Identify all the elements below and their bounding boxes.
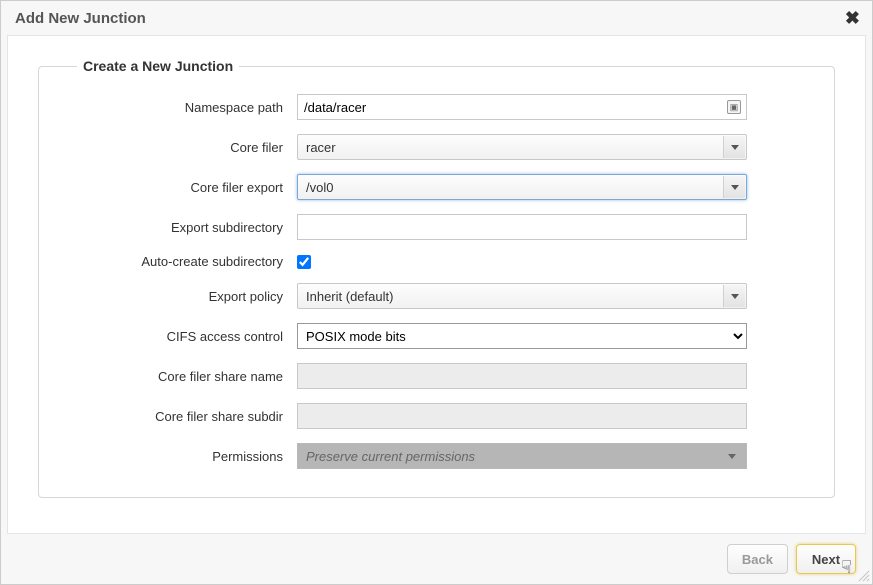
auto-create-checkbox[interactable] [297,255,311,269]
dialog-body: Create a New Junction Namespace path ▣ C… [7,35,866,534]
label-core-filer: Core filer [67,140,297,155]
label-share-name: Core filer share name [67,369,297,384]
label-export-policy: Export policy [67,289,297,304]
label-auto-create: Auto-create subdirectory [67,254,297,269]
label-permissions: Permissions [67,449,297,464]
dialog-header: Add New Junction ✖ [1,1,872,35]
export-policy-value: Inherit (default) [306,289,393,304]
label-share-subdir: Core filer share subdir [67,409,297,424]
chevron-down-icon [723,285,745,307]
namespace-path-input[interactable] [297,94,747,120]
core-filer-export-value: /vol0 [306,180,333,195]
back-button[interactable]: Back [727,544,788,574]
share-name-input [297,363,747,389]
create-junction-fieldset: Create a New Junction Namespace path ▣ C… [38,58,835,498]
core-filer-value: racer [306,140,336,155]
export-subdirectory-input[interactable] [297,214,747,240]
core-filer-export-select[interactable]: /vol0 [297,174,747,200]
chevron-down-icon [723,176,745,198]
cifs-access-select[interactable]: POSIX mode bits [297,323,747,349]
chevron-down-icon [723,136,745,158]
close-icon[interactable]: ✖ [845,9,860,27]
contacts-icon[interactable]: ▣ [727,100,741,114]
label-export-subdirectory: Export subdirectory [67,220,297,235]
label-namespace-path: Namespace path [67,100,297,115]
share-subdir-input [297,403,747,429]
next-button[interactable]: Next [796,544,856,574]
dialog-title: Add New Junction [15,10,146,27]
dialog-footer: Back Next ☟ [1,534,872,584]
permissions-value: Preserve current permissions [306,449,475,464]
permissions-select: Preserve current permissions [297,443,747,469]
label-cifs-access: CIFS access control [67,329,297,344]
export-policy-select[interactable]: Inherit (default) [297,283,747,309]
label-core-filer-export: Core filer export [67,180,297,195]
chevron-down-icon [728,454,736,459]
fieldset-legend: Create a New Junction [77,58,239,74]
core-filer-select[interactable]: racer [297,134,747,160]
add-junction-dialog: Add New Junction ✖ Create a New Junction… [0,0,873,585]
resize-grip-icon[interactable] [856,568,870,582]
